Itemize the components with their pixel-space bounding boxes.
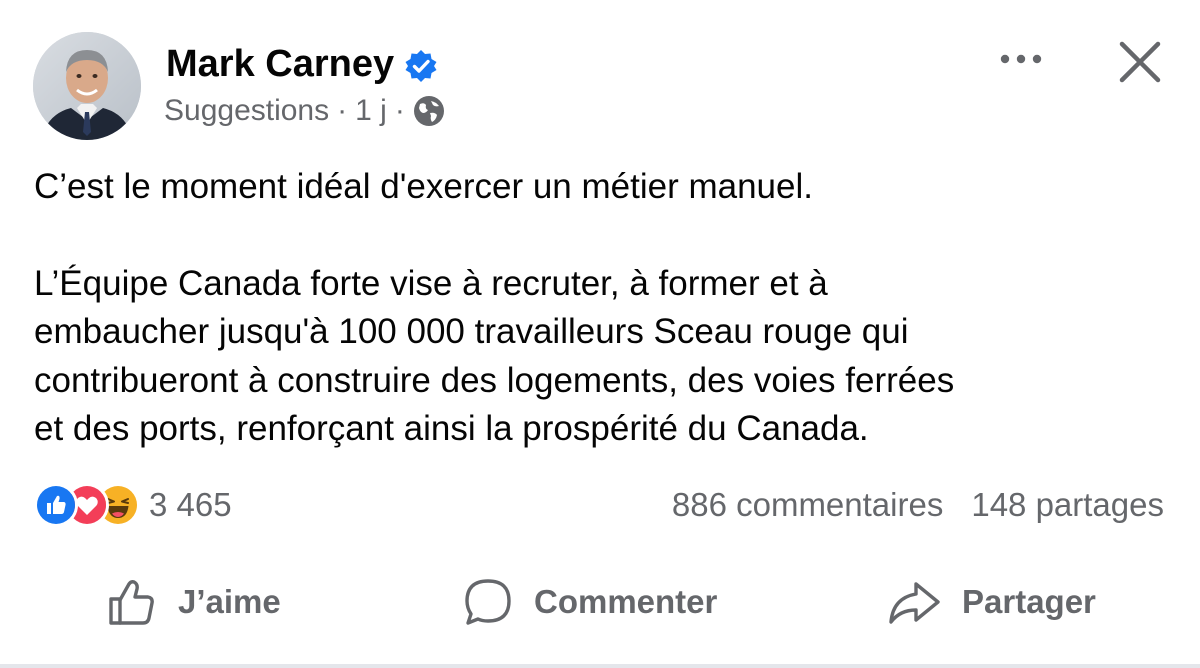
author-name[interactable]: Mark Carney <box>166 40 394 88</box>
author-name-row: Mark Carney <box>166 40 438 88</box>
post-paragraph: C’est le moment idéal d'exercer un métie… <box>34 167 813 206</box>
post-line: L’Équipe Canada forte vise à recruter, à… <box>34 263 828 303</box>
bottom-divider <box>0 664 1200 668</box>
comment-button[interactable]: Commenter <box>462 574 717 630</box>
share-button[interactable]: Partager <box>886 574 1096 630</box>
like-reaction-icon <box>34 483 78 527</box>
post-line: embaucher jusqu'à 100 000 travailleurs S… <box>34 312 909 351</box>
reaction-count: 3 465 <box>149 486 232 523</box>
close-button[interactable] <box>1114 36 1166 88</box>
engagement-stats: 886 commentaires 148 partages <box>672 484 1164 526</box>
post-line: contribueront à construire des logements… <box>34 360 955 400</box>
comment-bubble-icon <box>465 579 511 625</box>
comment-button-label: Commenter <box>534 583 718 620</box>
more-options-button[interactable] <box>996 44 1046 74</box>
share-button-label: Partager <box>962 583 1096 620</box>
author-avatar[interactable] <box>33 32 141 140</box>
post-line: et des ports, renforçant ainsi la prospé… <box>34 409 869 448</box>
like-button[interactable]: J’aime <box>106 574 281 630</box>
post-body: C’est le moment idéal d'exercer un métie… <box>34 163 1174 454</box>
meta-separator: · <box>337 94 348 127</box>
close-icon <box>1119 41 1161 83</box>
thumbs-up-icon <box>109 580 154 625</box>
verified-badge-icon <box>404 47 438 82</box>
shares-count-link[interactable]: 148 partages <box>971 486 1164 524</box>
reactions-summary[interactable]: 3 465 <box>34 483 232 527</box>
comments-count-link[interactable]: 886 commentaires <box>672 486 943 524</box>
globe-icon <box>413 95 445 127</box>
meta-time[interactable]: 1 j <box>355 91 387 131</box>
like-button-label: J’aime <box>178 583 281 620</box>
meta-separator: · <box>394 94 405 127</box>
more-dots-icon <box>1000 54 1042 64</box>
meta-source[interactable]: Suggestions <box>164 91 329 131</box>
share-arrow-icon <box>889 582 940 624</box>
post-meta: Suggestions · 1 j · <box>164 91 445 131</box>
